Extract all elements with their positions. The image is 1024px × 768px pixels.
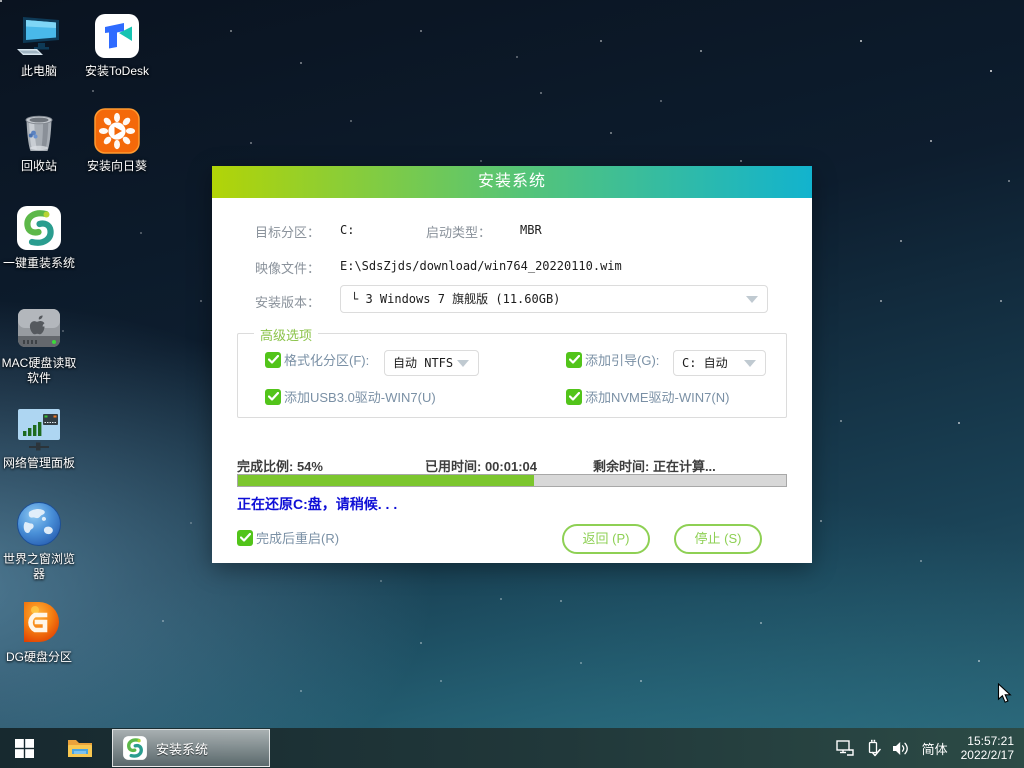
desktop-icon-label: 此电脑 [0,64,80,79]
nvme-driver-row: 添加NVME驱动-WIN7(N) [566,387,729,406]
remaining-time-label: 剩余时间: 正在计算... [593,456,716,475]
desktop-icon-this-pc[interactable]: 此电脑 [0,10,80,79]
dialog-title: 安装系统 [478,173,546,190]
add-boot-checkbox[interactable] [566,352,582,368]
boot-type-value: MBR [520,223,542,237]
dg-partition-icon [0,596,80,646]
format-partition-label: 格式化分区(F): [284,350,369,369]
back-button[interactable]: 返回 (P) [562,524,650,554]
system-tray: 简体 15:57:21 2022/2/17 [831,728,1024,768]
network-tray-icon[interactable] [831,728,859,768]
clock-date: 2022/2/17 [961,748,1014,762]
install-version-label: 安装版本： [255,292,320,311]
chevron-down-icon [744,360,756,367]
chevron-down-icon [746,296,758,303]
progress-ratio-label: 完成比例: 54% [237,456,323,475]
desktop-icon-label: 网络管理面板 [0,456,80,471]
usb-tray-icon[interactable] [859,728,887,768]
starfield [0,0,2,2]
elapsed-time-label: 已用时间: 00:01:04 [425,456,537,475]
desktop-icon-todesk[interactable]: 安装ToDesk [76,10,158,79]
windows-logo-icon [15,739,34,758]
restart-after-label: 完成后重启(R) [256,528,339,547]
advanced-options-legend: 高级选项 [254,325,318,344]
mac-disk-icon [0,302,80,352]
desktop-icon-mac-disk[interactable]: MAC硬盘读取软件 [0,302,80,386]
todesk-icon [76,10,158,60]
network-panel-icon [0,402,80,452]
format-partition-checkbox[interactable] [265,352,281,368]
nvme-driver-checkbox[interactable] [566,389,582,405]
chevron-down-icon [457,360,469,367]
image-file-value: E:\SdsZjds/download/win764_20220110.wim [340,259,622,273]
desktop-icon-recycle-bin[interactable]: 回收站 [0,105,80,174]
desktop-icon-world-browser[interactable]: 世界之窗浏览器 [0,498,80,582]
format-type-value: 自动 NTFS [393,356,453,370]
restart-after-checkbox[interactable] [237,530,253,546]
desktop-icon-label: 回收站 [0,159,80,174]
boot-target-dropdown[interactable]: C: 自动 [673,350,766,376]
progress-fill [238,475,534,486]
reinstall-system-icon [0,202,80,252]
file-explorer-button[interactable] [58,728,102,768]
install-system-app-icon [122,735,148,761]
target-partition-value: C: [340,223,354,237]
mouse-cursor [997,683,1013,710]
desktop-icon-dg-partition[interactable]: DG硬盘分区 [0,596,80,665]
desktop-icon-label: 一键重装系统 [0,256,80,271]
folder-icon [67,737,93,759]
usb-driver-row: 添加USB3.0驱动-WIN7(U) [265,387,436,406]
install-version-value: └ 3 Windows 7 旗舰版 (11.60GB) [351,292,560,306]
stop-button[interactable]: 停止 (S) [674,524,762,554]
desktop-icon-label: MAC硬盘读取软件 [0,356,80,386]
target-partition-label: 目标分区： [255,222,320,241]
taskbar-item-install-system[interactable]: 安装系统 [112,729,270,767]
boot-target-value: C: 自动 [682,356,728,370]
add-boot-row: 添加引导(G): [566,350,659,369]
sunflower-icon [76,105,158,155]
desktop-icon-label: 安装向日葵 [76,159,158,174]
desktop-icon-label: DG硬盘分区 [0,650,80,665]
usb-driver-checkbox[interactable] [265,389,281,405]
taskbar: 安装系统 简体 [0,728,1024,768]
progress-bar [237,474,787,487]
language-indicator[interactable]: 简体 [915,728,955,768]
format-type-dropdown[interactable]: 自动 NTFS [384,350,479,376]
desktop-icon-label: 世界之窗浏览器 [0,552,80,582]
format-partition-row: 格式化分区(F): [265,350,369,369]
restore-status-text: 正在还原C:盘，请稍候. . . [237,494,397,514]
install-version-dropdown[interactable]: └ 3 Windows 7 旗舰版 (11.60GB) [340,285,768,313]
install-system-dialog: 安装系统 目标分区： C: 启动类型： MBR 映像文件： E:\SdsZjds… [212,166,812,563]
usb-driver-label: 添加USB3.0驱动-WIN7(U) [284,387,436,406]
world-browser-icon [0,498,80,548]
volume-tray-icon[interactable] [887,728,915,768]
restart-after-row: 完成后重启(R) [237,528,339,547]
advanced-options-group: 高级选项 格式化分区(F): 自动 NTFS 添加引导(G): C: 自动 添 [237,333,787,418]
desktop-icon-network-panel[interactable]: 网络管理面板 [0,402,80,471]
recycle-bin-icon [0,105,80,155]
desktop-icon-reinstall-system[interactable]: 一键重装系统 [0,202,80,271]
nvme-driver-label: 添加NVME驱动-WIN7(N) [585,387,729,406]
taskbar-item-label: 安装系统 [156,739,208,758]
clock-time: 15:57:21 [961,734,1014,748]
boot-type-label: 启动类型： [426,222,491,241]
add-boot-label: 添加引导(G): [585,350,659,369]
desktop-icon-sunflower[interactable]: 安装向日葵 [76,105,158,174]
this-pc-icon [0,10,80,60]
dialog-titlebar[interactable]: 安装系统 [212,166,812,198]
image-file-label: 映像文件： [255,258,320,277]
taskbar-clock[interactable]: 15:57:21 2022/2/17 [955,734,1024,762]
start-button[interactable] [0,728,48,768]
desktop-icon-label: 安装ToDesk [76,64,158,79]
